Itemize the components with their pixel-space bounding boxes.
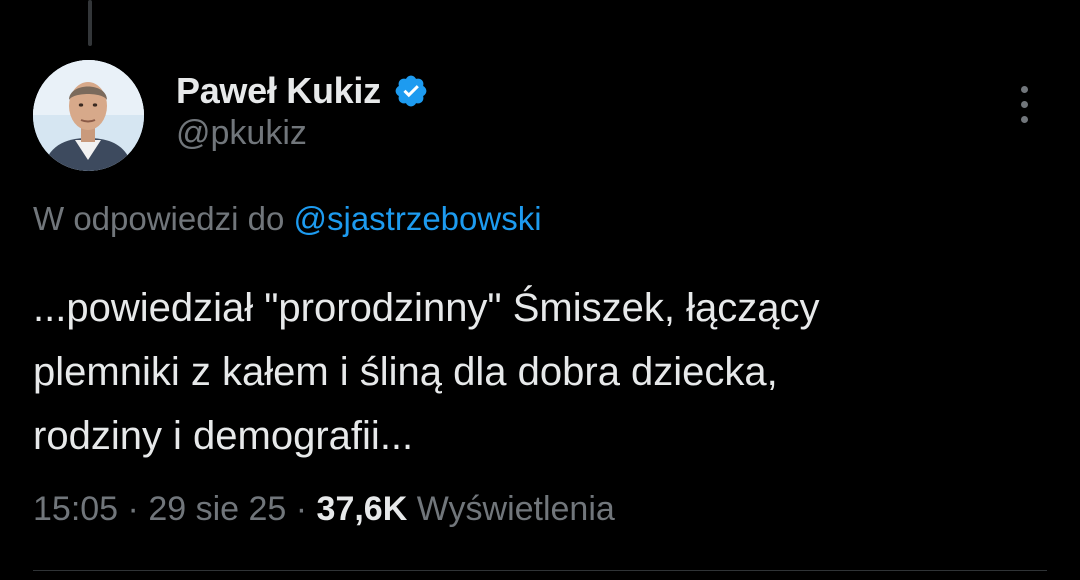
- tweet-meta: 15:05 · 29 sie 25 · 37,6K Wyświetlenia: [33, 490, 615, 529]
- reply-mention-link[interactable]: @sjastrzebowski: [293, 200, 541, 237]
- author-row: Paweł Kukiz: [176, 66, 429, 116]
- views-label: Wyświetlenia: [416, 490, 615, 528]
- tweet-text-line: ...powiedział "prorodzinny" Śmiszek, łąc…: [33, 286, 820, 330]
- meta-separator: ·: [118, 490, 149, 528]
- avatar-photo: [33, 60, 144, 171]
- more-dot-icon: [1020, 100, 1028, 108]
- verified-badge-icon[interactable]: [393, 73, 429, 109]
- tweet-date[interactable]: 29 sie 25: [148, 490, 286, 528]
- thread-connector-line: [88, 0, 92, 46]
- tweet-text: ...powiedział "prorodzinny" Śmiszek, łąc…: [33, 276, 1048, 468]
- divider: [33, 570, 1047, 571]
- more-dot-icon: [1020, 85, 1028, 93]
- more-dot-icon: [1020, 115, 1028, 123]
- views-count: 37,6K: [316, 490, 408, 528]
- author-handle[interactable]: @pkukiz: [176, 114, 307, 153]
- tweet-text-line: plemniki z kałem i śliną dla dobra dziec…: [33, 350, 778, 394]
- tweet-time[interactable]: 15:05: [33, 490, 118, 528]
- tweet-text-line: rodziny i demografii...: [33, 414, 414, 458]
- meta-separator: ·: [286, 490, 317, 528]
- reply-context: W odpowiedzi do @sjastrzebowski: [33, 200, 542, 238]
- author-name[interactable]: Paweł Kukiz: [176, 70, 381, 112]
- more-options-button[interactable]: [1006, 82, 1042, 126]
- avatar[interactable]: [33, 60, 144, 171]
- reply-prefix: W odpowiedzi do: [33, 200, 294, 237]
